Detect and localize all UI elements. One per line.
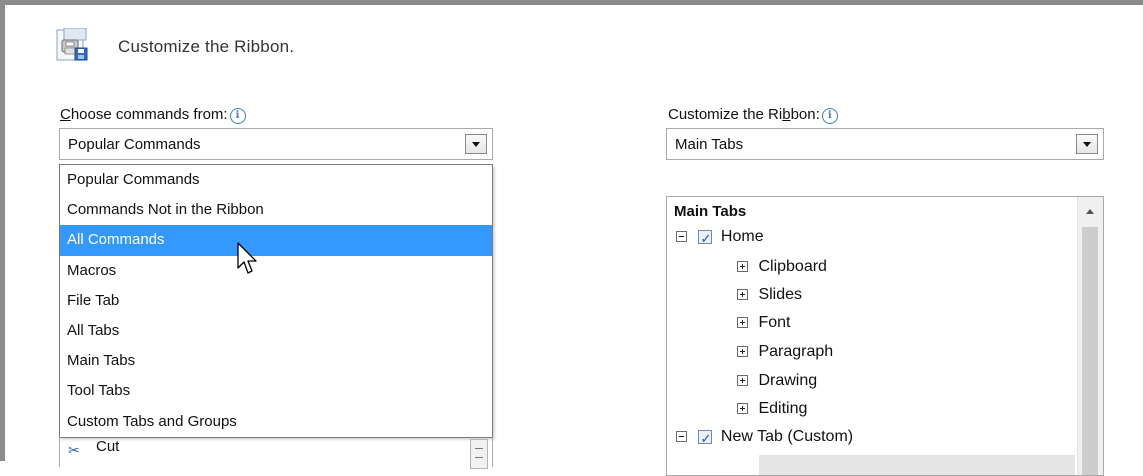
scissors-icon: ✂ — [68, 442, 80, 458]
customize-ribbon-label: Customize the Ribbon: i — [668, 106, 838, 124]
label-mnemonic: b — [782, 106, 791, 123]
customize-ribbon-combo[interactable]: Main Tabs — [666, 128, 1104, 160]
chevron-down-icon[interactable] — [1076, 134, 1098, 154]
tree-item-label: Paragraph — [758, 343, 834, 360]
expand-icon[interactable] — [737, 261, 748, 273]
dropdown-option-custom-tabs-groups[interactable]: Custom Tabs and Groups — [60, 407, 492, 437]
scroll-up-icon[interactable] — [1086, 209, 1094, 214]
tree-item-label: Home — [720, 228, 764, 245]
window-frame-top — [0, 0, 1143, 5]
tree-item-clipboard[interactable]: Clipboard — [737, 255, 827, 279]
collapse-icon[interactable] — [676, 431, 687, 443]
dropdown-option-tool-tabs[interactable]: Tool Tabs — [60, 376, 492, 406]
tree-item-label: Drawing — [758, 372, 818, 389]
choose-commands-value: Popular Commands — [68, 136, 201, 153]
tree-item-font[interactable]: Font — [737, 311, 790, 335]
collapse-icon[interactable] — [676, 231, 687, 243]
expand-icon[interactable] — [737, 375, 748, 387]
tree-item-new-tab[interactable]: New Tab (Custom) — [676, 425, 854, 452]
choose-commands-label: Choose commands from: i — [60, 106, 246, 124]
tree-item-label: Slides — [758, 286, 803, 303]
customize-ribbon-icon — [56, 27, 90, 62]
dropdown-option-popular-commands[interactable]: Popular Commands — [60, 165, 492, 195]
dropdown-option-commands-not-in-ribbon[interactable]: Commands Not in the Ribbon — [60, 195, 492, 225]
dropdown-option-macros[interactable]: Macros — [60, 256, 492, 286]
customize-ribbon-value: Main Tabs — [675, 136, 744, 153]
label-text: hoose commands from: — [70, 106, 228, 123]
chevron-down-icon[interactable] — [465, 134, 487, 154]
expand-icon[interactable] — [737, 403, 748, 415]
choose-commands-combo[interactable]: Popular Commands — [59, 128, 493, 160]
commands-dropdown-list[interactable]: Popular Commands Commands Not in the Rib… — [59, 164, 493, 438]
list-item[interactable]: Cut — [96, 438, 119, 455]
tree-item-label: Clipboard — [758, 258, 827, 275]
tree-header: Main Tabs — [674, 203, 747, 220]
tree-item-paragraph[interactable]: Paragraph — [737, 340, 833, 364]
scrollbar-thumb[interactable] — [1082, 227, 1098, 475]
dropdown-option-all-commands[interactable]: All Commands — [60, 225, 492, 256]
page-title: Customize the Ribbon. — [118, 37, 295, 56]
expand-icon[interactable] — [737, 289, 748, 301]
tree-item-editing[interactable]: Editing — [737, 397, 807, 421]
tree-scrollbar[interactable] — [1077, 197, 1103, 475]
selected-tree-row[interactable] — [759, 455, 1075, 475]
tree-item-slides[interactable]: Slides — [737, 283, 802, 307]
dropdown-option-main-tabs[interactable]: Main Tabs — [60, 346, 492, 376]
home-checkbox[interactable] — [698, 228, 713, 252]
mouse-cursor-icon — [237, 242, 261, 276]
ribbon-tabs-tree[interactable]: Main Tabs Home Clipboard Slides Font Par… — [666, 196, 1104, 476]
tree-item-label: New Tab (Custom) — [720, 428, 854, 445]
tree-item-label: Editing — [758, 400, 808, 417]
info-icon[interactable]: i — [821, 108, 838, 124]
tree-item-drawing[interactable]: Drawing — [737, 369, 817, 393]
window-frame-left — [0, 0, 5, 461]
expand-icon[interactable] — [737, 346, 748, 358]
expand-icon[interactable] — [737, 317, 748, 329]
commands-list[interactable]: ✂ Cut — [59, 437, 493, 469]
tree-item-home[interactable]: Home — [676, 225, 764, 252]
scrollbar-thumb[interactable] — [470, 439, 488, 469]
tree-item-label: Font — [758, 314, 791, 331]
label-text: bon: — [790, 106, 820, 123]
info-icon[interactable]: i — [229, 108, 246, 124]
dropdown-option-all-tabs[interactable]: All Tabs — [60, 316, 492, 346]
label-text: Customize the Ri — [668, 106, 783, 123]
label-mnemonic: C — [60, 106, 71, 123]
new-tab-checkbox[interactable] — [698, 428, 713, 452]
dropdown-option-file-tab[interactable]: File Tab — [60, 286, 492, 316]
